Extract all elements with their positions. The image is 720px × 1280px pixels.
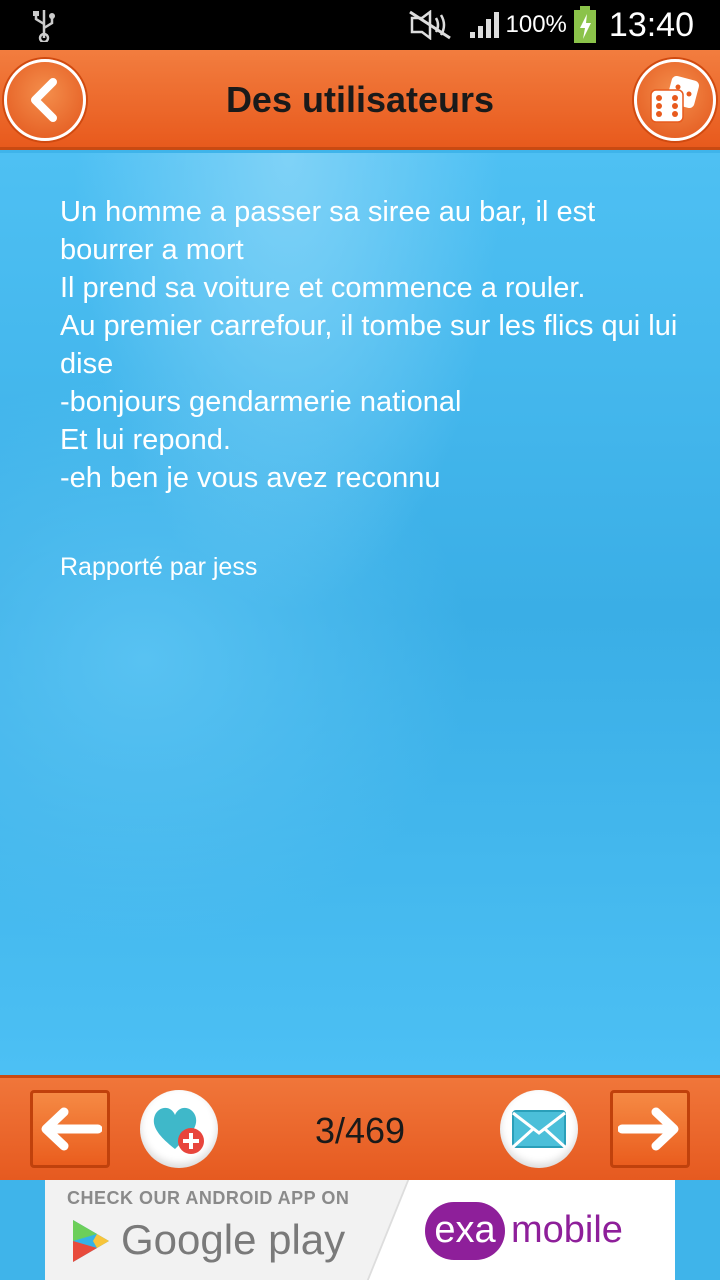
ad-check-text: CHECK OUR ANDROID APP ON — [67, 1188, 350, 1208]
bottom-toolbar: 3/469 — [0, 1075, 720, 1180]
google-play-icon — [73, 1220, 109, 1262]
next-button[interactable] — [610, 1090, 690, 1168]
battery-icon — [573, 6, 596, 43]
ad-brand-badge: exa — [425, 1202, 505, 1260]
ad-store-text: Google play — [121, 1216, 346, 1263]
arrow-right-icon — [618, 1107, 679, 1151]
ad-brand-text: mobile — [511, 1209, 623, 1251]
joke-content: Un homme a passer sa siree au bar, il es… — [0, 153, 720, 1075]
back-button[interactable] — [4, 59, 86, 141]
signal-icon — [469, 12, 499, 38]
back-chevron-icon — [31, 78, 57, 122]
battery-percent: 100% — [505, 11, 567, 38]
ad-banner[interactable]: CHECK OUR ANDROID APP ON Google play exa… — [45, 1180, 675, 1280]
clock: 13:40 — [608, 5, 694, 44]
joke-text: Un homme a passer sa siree au bar, il es… — [60, 193, 680, 497]
usb-icon — [33, 10, 55, 42]
joke-line: -bonjours gendarmerie national — [60, 386, 462, 418]
joke-line: -eh ben je vous avez reconnu — [60, 462, 441, 494]
app-header: Des utilisateurs — [0, 50, 720, 150]
share-mail-button[interactable] — [500, 1090, 578, 1168]
joke-line: Il prend sa voiture et commence a rouler… — [60, 272, 586, 304]
heart-plus-icon — [153, 1107, 204, 1154]
mute-icon — [408, 10, 451, 40]
add-favorite-button[interactable] — [140, 1090, 218, 1168]
mail-icon — [511, 1110, 567, 1149]
joke-line: Un homme a passer sa siree au bar, il es… — [60, 196, 596, 266]
random-button[interactable] — [634, 59, 716, 141]
dice-icon — [650, 75, 700, 123]
previous-button[interactable] — [30, 1090, 110, 1168]
reported-by: Rapporté par jess — [60, 553, 258, 581]
joke-line: Au premier carrefour, il tombe sur les f… — [60, 310, 678, 380]
status-bar: 100% 13:40 — [0, 0, 720, 50]
page-title: Des utilisateurs — [225, 79, 495, 120]
arrow-left-icon — [41, 1107, 102, 1151]
joke-line: Et lui repond. — [60, 424, 231, 456]
